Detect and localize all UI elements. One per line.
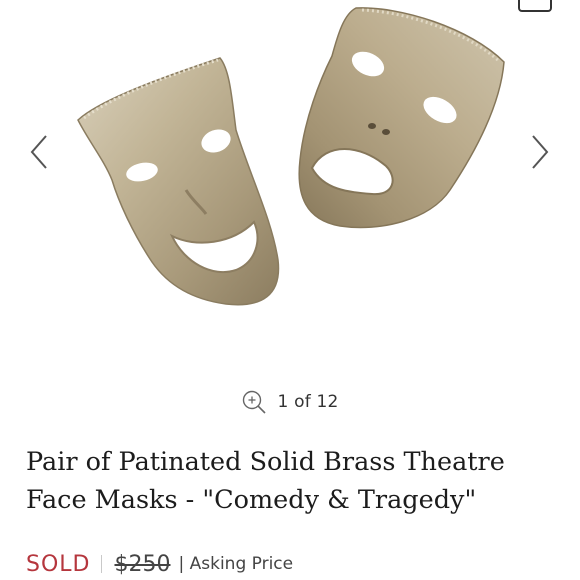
chevron-right-icon[interactable] — [527, 132, 551, 172]
status-badge: SOLD — [26, 551, 91, 577]
zoom-in-icon[interactable] — [241, 389, 267, 415]
product-title: Pair of Patinated Solid Brass Theatre Fa… — [26, 447, 505, 515]
price-note: | Asking Price — [178, 554, 294, 574]
corner-control[interactable] — [518, 0, 552, 12]
comedy-mask — [77, 57, 280, 306]
image-counter: 1 of 12 — [277, 392, 339, 412]
original-price: $250 — [114, 551, 171, 577]
divider — [101, 555, 103, 573]
chevron-left-icon[interactable] — [28, 132, 52, 172]
price-row: SOLD $250 | Asking Price — [26, 548, 293, 580]
product-photo[interactable] — [0, 0, 580, 370]
gallery-counter: 1 of 12 — [0, 388, 580, 416]
product-page: 1 of 12 Pair of Patinated Solid Brass Th… — [0, 0, 580, 580]
image-gallery[interactable] — [0, 0, 580, 370]
tragedy-mask — [298, 7, 505, 229]
